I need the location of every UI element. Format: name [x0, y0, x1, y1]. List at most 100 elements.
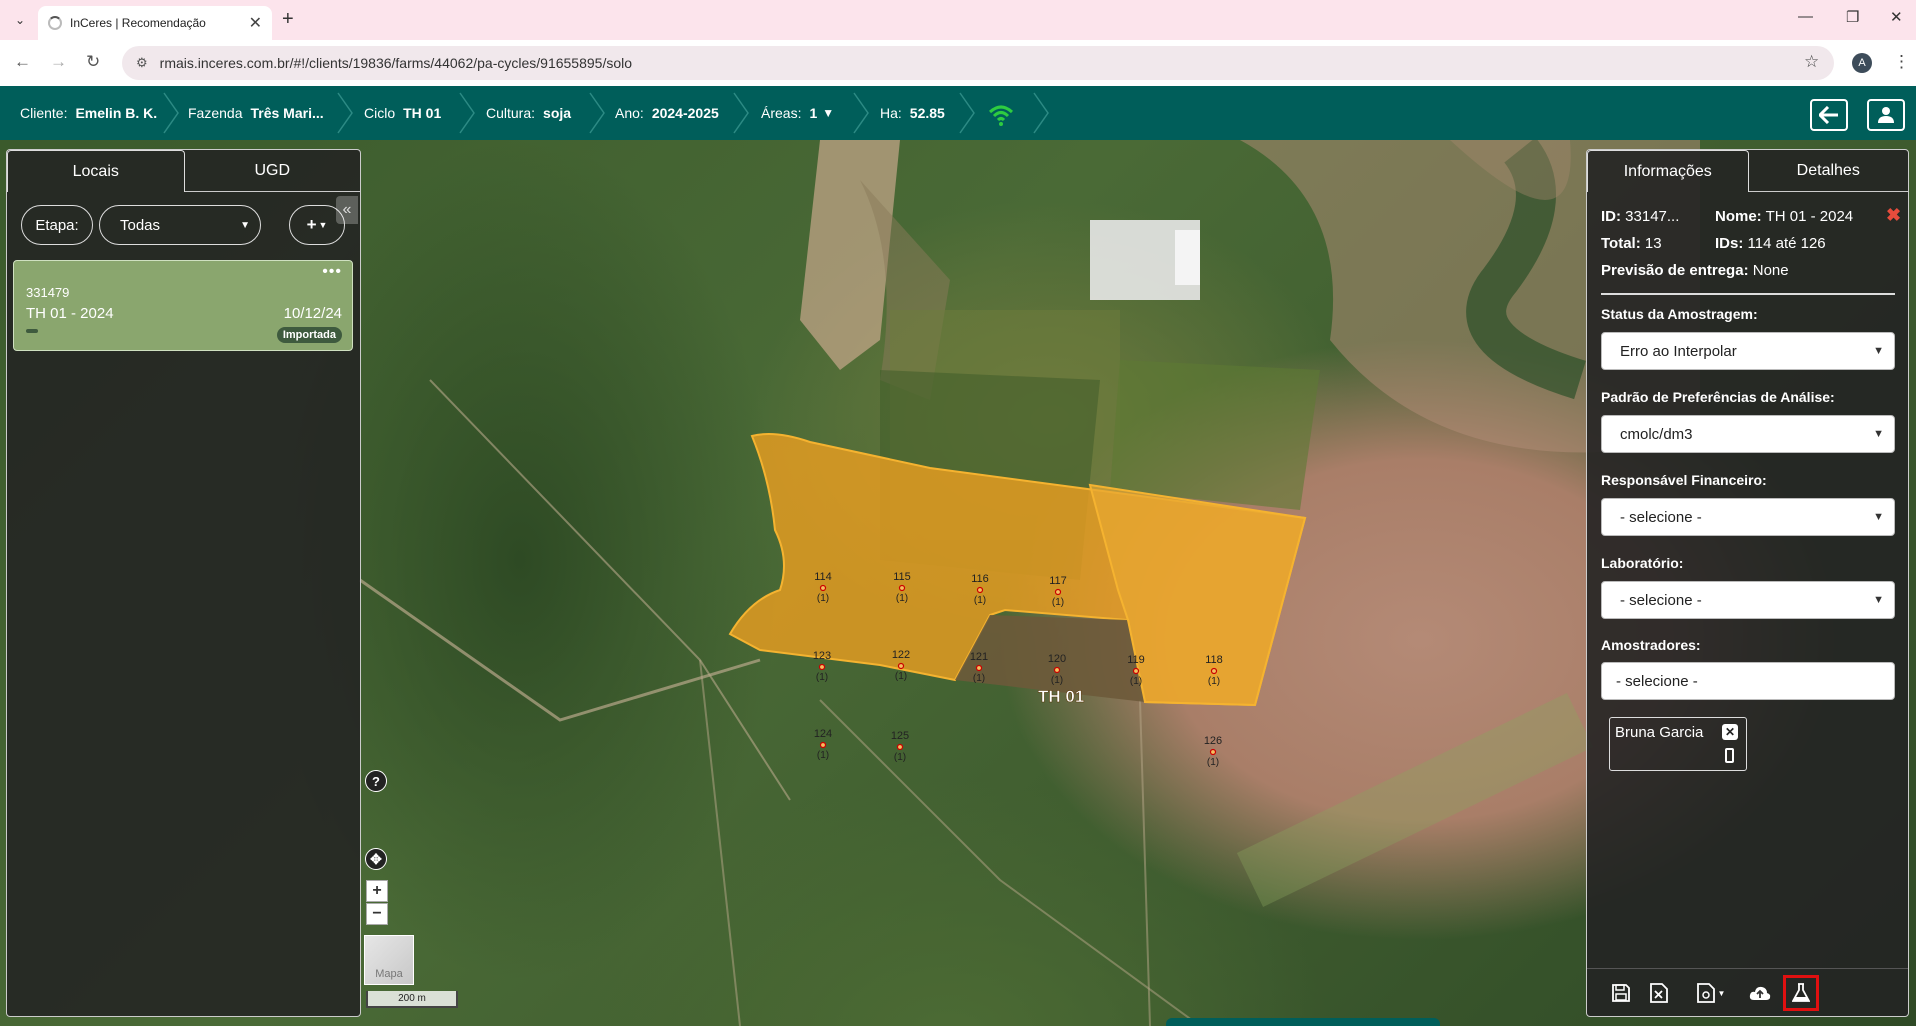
zoom-in-button[interactable]: + — [366, 880, 388, 902]
scale-label: 200 m — [398, 993, 426, 1004]
breadcrumb-areas[interactable]: Áreas: 1 ▼ — [761, 86, 834, 140]
new-tab-button[interactable]: + — [282, 8, 294, 31]
map-layer-toggle[interactable]: Mapa — [364, 935, 414, 985]
tab-search-button[interactable]: ⌄ — [8, 8, 32, 32]
padrao-select[interactable]: cmolc/dm3 ▼ — [1601, 415, 1895, 453]
point-id-label: 121 — [970, 651, 988, 663]
point-marker — [818, 663, 826, 671]
point-id-label: 126 — [1204, 735, 1222, 747]
browser-menu-icon[interactable]: ⋮ — [1893, 52, 1910, 72]
point-id-label: 114 — [814, 571, 832, 583]
breadcrumb-ha: Ha: 52.85 — [880, 86, 945, 140]
amostradores-select[interactable]: - selecione - — [1601, 662, 1895, 700]
tab-informacoes[interactable]: Informações — [1587, 150, 1749, 192]
laboratorio-select[interactable]: - selecione - ▼ — [1601, 581, 1895, 619]
previsao-label: Previsão de entrega: — [1601, 262, 1749, 279]
nome-row: Nome: TH 01 - 2024 — [1715, 208, 1853, 225]
point-id-label: 124 — [814, 728, 832, 740]
breadcrumb-ciclo[interactable]: Ciclo TH 01 — [364, 86, 441, 140]
laboratorio-value: - selecione - — [1620, 591, 1702, 609]
breadcrumb-cultura[interactable]: Cultura: soja — [486, 86, 571, 140]
id-label: ID: — [1601, 208, 1621, 225]
point-count-label: (1) — [1207, 757, 1219, 768]
user-button[interactable] — [1867, 99, 1905, 131]
back-button[interactable]: ← — [14, 52, 31, 72]
close-icon[interactable]: ✖ — [1886, 205, 1901, 226]
id-row: ID: 33147... — [1601, 208, 1679, 225]
padrao-label: Padrão de Preferências de Análise: — [1601, 389, 1835, 405]
amostradores-label: Amostradores: — [1601, 637, 1701, 653]
back-arrow-button[interactable] — [1810, 99, 1848, 131]
move-icon[interactable]: ✥ — [365, 848, 387, 870]
card-id: 331479 — [26, 285, 70, 300]
profile-avatar[interactable]: A — [1852, 53, 1872, 73]
left-panel: Locais UGD Etapa: Todas ▼ + ▼ ••• 331479 … — [6, 149, 361, 1017]
total-label: Total: — [1601, 235, 1641, 252]
point-id-label: 117 — [1049, 575, 1067, 587]
tab-ugd[interactable]: UGD — [184, 150, 360, 192]
point-id-label: 125 — [891, 730, 909, 742]
tab-locais[interactable]: Locais — [7, 150, 185, 192]
export-dropdown-icon[interactable]: ▼ — [1691, 977, 1731, 1009]
ha-value: 52.85 — [909, 105, 945, 121]
responsavel-select[interactable]: - selecione - ▼ — [1601, 498, 1895, 536]
point-marker — [1209, 748, 1217, 756]
bottom-drawer-handle[interactable] — [1166, 1018, 1440, 1026]
areas-label: Áreas: — [761, 105, 802, 121]
point-count-label: (1) — [817, 750, 829, 761]
tab-detalhes[interactable]: Detalhes — [1748, 150, 1908, 192]
site-info-icon[interactable]: ⚙ — [136, 55, 148, 71]
etapa-select[interactable]: Todas ▼ — [99, 205, 261, 245]
sample-point-125[interactable]: 125 (1) — [891, 730, 909, 763]
restore-button[interactable]: ❐ — [1846, 8, 1859, 26]
sample-point-124[interactable]: 124 (1) — [814, 728, 832, 761]
close-window-button[interactable]: ✕ — [1890, 8, 1903, 26]
zoom-out-button[interactable]: − — [366, 903, 388, 925]
save-icon[interactable] — [1605, 977, 1637, 1009]
breadcrumb-separator-icon — [456, 91, 478, 135]
excel-icon[interactable] — [1643, 977, 1675, 1009]
point-marker — [819, 584, 827, 592]
browser-tab[interactable]: InCeres | Recomendação ✕ — [38, 6, 272, 40]
forward-button[interactable]: → — [50, 52, 67, 72]
etapa-label: Etapa: — [21, 205, 93, 245]
point-id-label: 118 — [1205, 654, 1223, 666]
loading-icon — [48, 16, 62, 30]
app-header: Cliente: Emelin B. K. Fazenda Três Mari.… — [0, 86, 1916, 140]
ciclo-value: TH 01 — [403, 105, 442, 121]
point-id-label: 116 — [971, 573, 989, 585]
tab-close-icon[interactable]: ✕ — [249, 13, 262, 33]
nome-value: TH 01 - 2024 — [1765, 208, 1854, 225]
sampling-card[interactable]: ••• 331479 TH 01 - 2024 10/12/24 Importa… — [13, 260, 353, 351]
previsao-row: Previsão de entrega: None — [1601, 262, 1789, 279]
reload-button[interactable]: ↻ — [86, 52, 100, 72]
point-count-label: (1) — [974, 595, 986, 606]
lab-flask-button[interactable] — [1783, 975, 1819, 1011]
bookmark-star-icon[interactable]: ☆ — [1804, 52, 1819, 72]
minimize-button[interactable]: — — [1798, 8, 1813, 25]
address-bar[interactable]: ⚙ rmais.inceres.com.br/#!/clients/19836/… — [122, 46, 1834, 80]
amostradores-value: - selecione - — [1616, 672, 1698, 690]
breadcrumb-ano[interactable]: Ano: 2024-2025 — [615, 86, 719, 140]
remove-icon[interactable]: ✕ — [1722, 724, 1738, 740]
right-panel: Informações Detalhes ID: 33147... Nome: … — [1586, 149, 1909, 1017]
total-row: Total: 13 — [1601, 235, 1662, 252]
wifi-icon — [988, 102, 1014, 131]
ciclo-label: Ciclo — [364, 105, 396, 121]
help-button[interactable]: ? — [365, 770, 387, 792]
status-select[interactable]: Erro ao Interpolar ▼ — [1601, 332, 1895, 370]
point-count-label: (1) — [894, 752, 906, 763]
breadcrumb-fazenda[interactable]: Fazenda Três Mari... — [188, 86, 324, 140]
areas-value: 1 — [809, 105, 818, 121]
upload-cloud-icon[interactable] — [1744, 977, 1776, 1009]
more-options-icon[interactable]: ••• — [322, 263, 342, 281]
sample-point-126[interactable]: 126 (1) — [1204, 735, 1222, 768]
breadcrumb-separator-icon — [586, 91, 608, 135]
ano-label: Ano: — [615, 105, 644, 121]
fazenda-label: Fazenda — [188, 105, 243, 121]
ids-row: IDs: 114 até 126 — [1715, 235, 1826, 252]
collapse-panel-icon[interactable]: « — [336, 196, 358, 224]
breadcrumb-cliente[interactable]: Cliente: Emelin B. K. — [20, 86, 157, 140]
point-count-label: (1) — [1130, 676, 1142, 687]
sample-point-123[interactable]: 123 (1) — [813, 650, 831, 683]
